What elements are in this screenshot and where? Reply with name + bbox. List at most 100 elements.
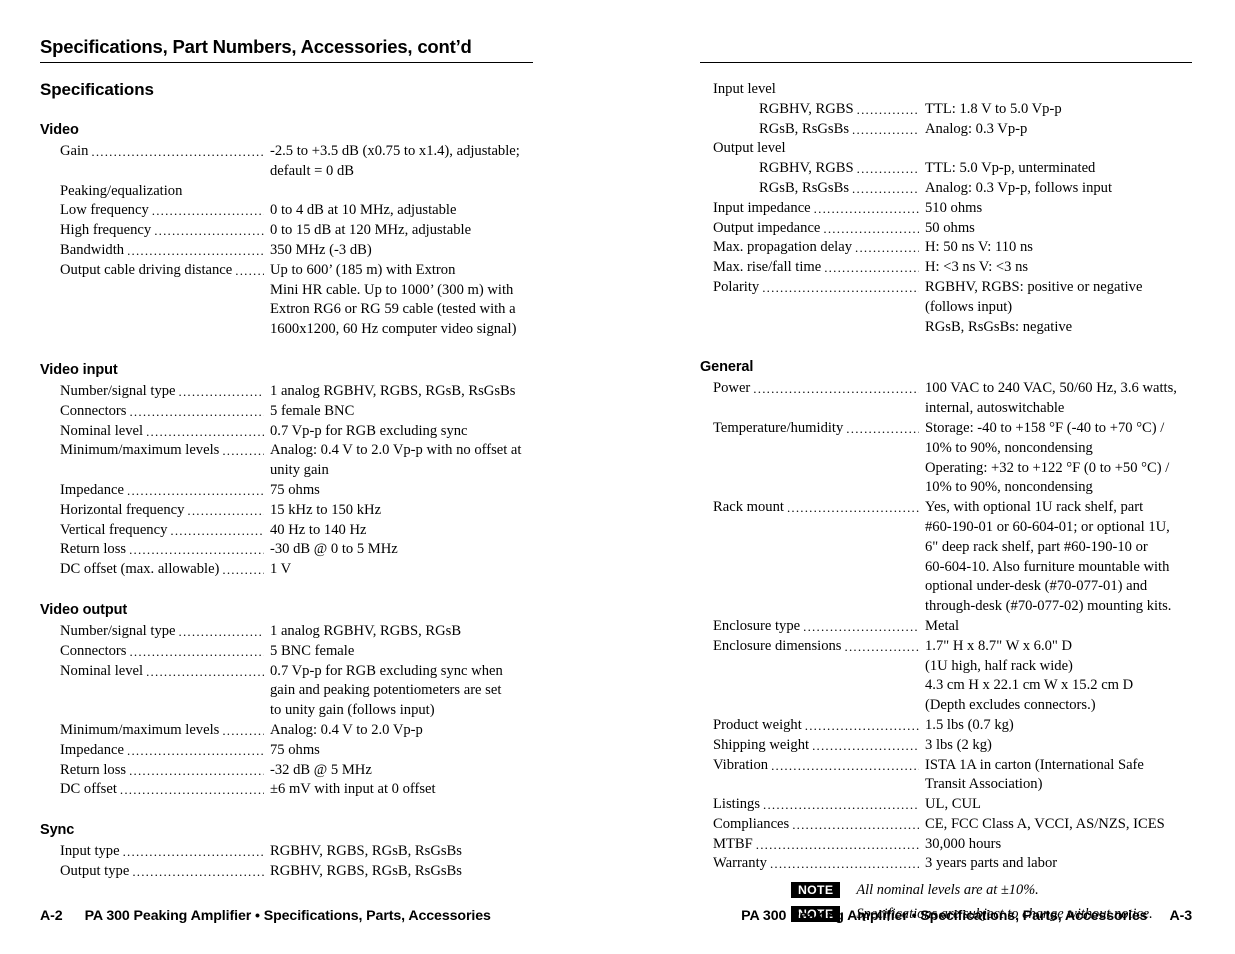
spec-value: 30,000 hours <box>925 835 1002 852</box>
dot-leader <box>770 854 919 874</box>
dot-leader <box>123 842 264 862</box>
page-folio-left: A-2 <box>40 908 63 924</box>
spec-value: 75 ohms <box>270 741 320 758</box>
spec-label: Nominal level <box>60 662 144 679</box>
spec-label: Vibration <box>713 756 769 773</box>
spec-value: RGBHV, RGBS, RGsB, RsGsBs <box>270 862 462 879</box>
spec-label: Temperature/humidity <box>713 419 844 436</box>
spec-label: Output impedance <box>713 219 821 236</box>
spec-label: Nominal level <box>60 422 144 439</box>
dot-leader <box>857 100 919 120</box>
dot-leader <box>187 501 264 521</box>
spec-label: Connectors <box>60 642 127 659</box>
spec-value: Storage: -40 to +158 °F (-40 to +70 °C) … <box>925 419 1170 496</box>
spec-row: DC offset ±6 mV with input at 0 offset <box>40 780 533 800</box>
spec-value: H: 50 ns V: 110 ns <box>925 239 1033 256</box>
spec-label: Listings <box>713 796 761 813</box>
spec-row: Impedance 75 ohms <box>40 741 533 761</box>
spec-row: Power 100 VAC to 240 VAC, 50/60 Hz, 3.6 w… <box>700 379 1192 419</box>
dot-leader <box>812 736 919 756</box>
dot-leader <box>235 261 264 281</box>
spec-value: 75 ohms <box>270 481 320 498</box>
spec-row: Listings UL, CUL <box>700 795 1192 815</box>
spec-value: 510 ohms <box>925 199 983 216</box>
spec-label: Max. propagation delay <box>713 239 853 256</box>
spec-value: H: <3 ns V: <3 ns <box>925 259 1029 276</box>
dot-leader <box>129 642 264 662</box>
dot-leader <box>787 498 919 518</box>
dot-leader <box>814 199 919 219</box>
spec-row: Output level <box>700 139 1192 159</box>
dot-leader <box>753 379 919 399</box>
spec-row: Polarity RGBHV, RGBS: positive or negativ… <box>700 278 1192 337</box>
spec-label: Output cable driving distance <box>60 261 233 278</box>
spec-value: 1.5 lbs (0.7 kg) <box>925 716 1014 733</box>
spec-label: Return loss <box>60 761 127 778</box>
spec-row: RGsB, RsGsBs Analog: 0.3 Vp-p, follows in… <box>700 179 1192 199</box>
spec-row: Input impedance 510 ohms <box>700 199 1192 219</box>
spec-value: ±6 mV with input at 0 offset <box>270 781 436 798</box>
spec-row: Vibration ISTA 1A in carton (Internationa… <box>700 756 1192 796</box>
spec-value: 0.7 Vp-p for RGB excluding sync when gai… <box>270 662 503 719</box>
dot-leader <box>146 662 264 682</box>
spec-label: DC offset <box>60 781 117 798</box>
dot-leader <box>170 521 264 541</box>
spec-row: RGBHV, RGBS TTL: 5.0 Vp-p, unterminated <box>700 159 1192 179</box>
spec-value: 3 years parts and labor <box>925 855 1058 872</box>
group-heading-video-output: Video output <box>40 601 128 618</box>
group-heading-general: General <box>700 359 754 376</box>
group-heading-sync: Sync <box>40 822 75 839</box>
spec-row: Connectors 5 female BNC <box>40 402 533 422</box>
spec-row: Enclosure type Metal <box>700 617 1192 637</box>
dot-leader <box>845 637 920 657</box>
dot-leader <box>824 258 919 278</box>
spec-value: 1 analog RGBHV, RGBS, RGsB <box>270 622 462 639</box>
spec-row: Return loss -32 dB @ 5 MHz <box>40 761 533 781</box>
spec-row: RGBHV, RGBS TTL: 1.8 V to 5.0 Vp-p <box>700 100 1192 120</box>
spec-label: MTBF <box>713 835 753 852</box>
spec-label: Vertical frequency <box>60 521 168 538</box>
spec-label: Power <box>713 380 751 397</box>
spec-value: Analog: 0.4 V to 2.0 Vp-p with no offset… <box>270 442 522 479</box>
spec-label: Horizontal frequency <box>60 501 185 518</box>
dot-leader <box>222 560 264 580</box>
spec-row: Minimum/maximum levels Analog: 0.4 V to 2… <box>40 721 533 741</box>
spec-row: RGsB, RsGsBs Analog: 0.3 Vp-p <box>700 120 1192 140</box>
dot-leader <box>127 741 264 761</box>
dot-leader <box>127 481 264 501</box>
spec-row: DC offset (max. allowable) 1 V <box>40 560 533 580</box>
spec-label: RGBHV, RGBS <box>759 100 854 117</box>
dot-leader <box>762 278 919 298</box>
spec-value: 50 ohms <box>925 219 975 236</box>
spec-label: Minimum/maximum levels <box>60 721 220 738</box>
spec-row: Shipping weight 3 lbs (2 kg) <box>700 736 1192 756</box>
footer-title-right: PA 300 Peaking Amplifier • Specification… <box>741 908 1148 924</box>
spec-row: High frequency 0 to 15 dB at 120 MHz, adj… <box>40 221 533 241</box>
dot-leader <box>852 120 919 140</box>
spec-row: Temperature/humidity Storage: -40 to +158… <box>700 419 1192 498</box>
spec-row: Number/signal type 1 analog RGBHV, RGBS, … <box>40 622 533 642</box>
spec-row: Warranty 3 years parts and labor <box>700 854 1192 874</box>
note-text: All nominal levels are at ±10%. <box>856 882 1039 899</box>
spec-value: 1 V <box>270 561 292 578</box>
spec-value: -30 dB @ 0 to 5 MHz <box>270 541 398 558</box>
spec-value: 1.7" H x 8.7" W x 6.0" D (1U high, half … <box>925 637 1134 714</box>
page-folio-right: A-3 <box>1169 908 1192 924</box>
spec-value: 0 to 15 dB at 120 MHz, adjustable <box>270 222 472 239</box>
dot-leader <box>803 617 919 637</box>
left-column: Specifications Video Gain -2.5 to +3.5 dB (… <box>40 0 533 882</box>
spec-label: Input type <box>60 843 120 860</box>
group-heading-video-input: Video input <box>40 361 118 378</box>
dot-leader <box>855 238 919 258</box>
spec-row: Impedance 75 ohms <box>40 481 533 501</box>
spec-label: Enclosure dimensions <box>713 637 842 654</box>
spec-row: Nominal level 0.7 Vp-p for RGB excluding … <box>40 422 533 442</box>
spec-value: -32 dB @ 5 MHz <box>270 761 372 778</box>
spec-row: Product weight 1.5 lbs (0.7 kg) <box>700 716 1192 736</box>
spec-row: Rack mount Yes, with optional 1U rack she… <box>700 498 1192 617</box>
spec-label: RGsB, RsGsBs <box>759 120 850 137</box>
spec-row: Return loss -30 dB @ 0 to 5 MHz <box>40 540 533 560</box>
spec-value: -2.5 to +3.5 dB (x0.75 to x1.4), adjusta… <box>270 143 520 179</box>
spec-row: Compliances CE, FCC Class A, VCCI, AS/NZS… <box>700 815 1192 835</box>
right-column: Input level RGBHV, RGBS TTL: 1.8 V to 5.0 … <box>700 0 1193 923</box>
